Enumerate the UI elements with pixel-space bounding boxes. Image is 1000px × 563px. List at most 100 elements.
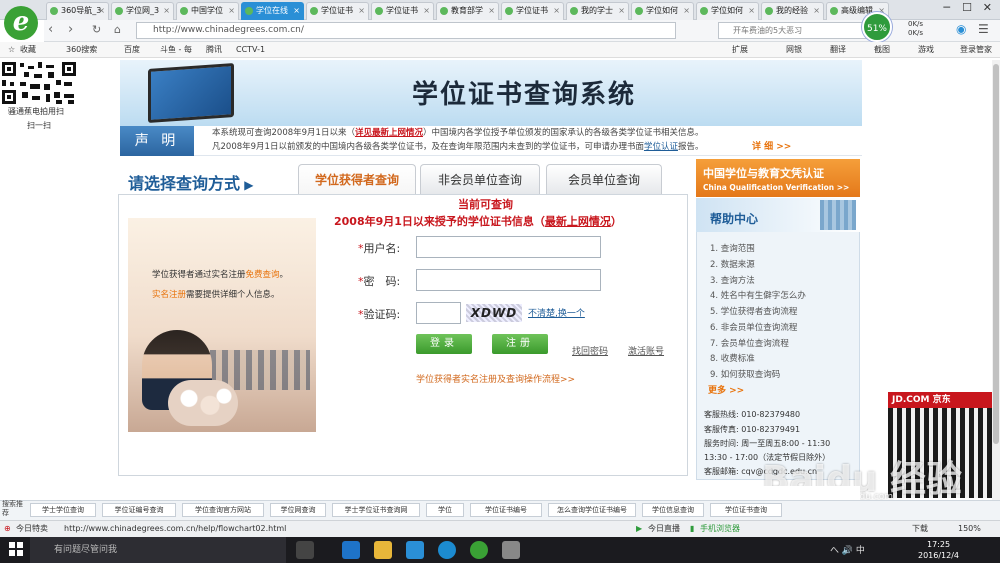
toolbar-item[interactable]: 网银: [786, 42, 802, 57]
toolbar-item[interactable]: 游戏: [918, 42, 934, 57]
help-item[interactable]: 9. 如何获取查询码: [710, 368, 780, 380]
task-view-icon[interactable]: [296, 541, 314, 559]
toolbar-item[interactable]: 翻译: [830, 42, 846, 57]
free-query-link[interactable]: 免费查询: [246, 270, 280, 280]
latest-online-link[interactable]: 详见最新上网情况: [355, 128, 423, 138]
refresh-captcha-link[interactable]: 不清楚,换一个: [528, 306, 585, 319]
flowchart-link[interactable]: 学位获得者实名注册及查询操作流程>>: [416, 372, 575, 385]
degree-verify-link[interactable]: 学位认证: [644, 142, 678, 152]
today-live[interactable]: 今日直播: [648, 521, 680, 537]
browser-tab[interactable]: 教育部学 ×: [436, 2, 499, 20]
refresh-button[interactable]: ↻: [92, 23, 101, 36]
recommend-item[interactable]: 怎么查询学位证书编号: [548, 503, 636, 517]
forward-button[interactable]: ›: [68, 22, 73, 37]
taskbar-search[interactable]: 有问题尽管问我: [30, 537, 286, 563]
activate-account-link[interactable]: 激活账号: [628, 344, 664, 357]
bookmark-item[interactable]: 收藏: [20, 42, 36, 57]
shield-icon[interactable]: ◉: [956, 22, 966, 36]
browser-tab[interactable]: 360导航_3 ×: [46, 2, 109, 20]
help-item[interactable]: 5. 学位获得者查询流程: [710, 305, 797, 317]
maximize-button[interactable]: ☐: [962, 1, 972, 14]
menu-icon[interactable]: ☰: [978, 22, 989, 36]
recommend-item[interactable]: 学位网查询: [270, 503, 326, 517]
captcha-input[interactable]: [416, 302, 461, 324]
explorer-icon[interactable]: [374, 541, 392, 559]
help-item[interactable]: 7. 会员单位查询流程: [710, 337, 789, 349]
360-browser-task-icon[interactable]: [470, 541, 488, 559]
tab-non-member[interactable]: 非会员单位查询: [420, 164, 540, 194]
bookmark-item[interactable]: 360搜索: [66, 42, 97, 57]
login-button[interactable]: 登录: [416, 334, 472, 354]
close-window-button[interactable]: ✕: [983, 1, 992, 14]
close-tab-icon[interactable]: ×: [618, 3, 625, 19]
username-input[interactable]: [416, 236, 601, 258]
back-button[interactable]: ‹: [48, 22, 53, 37]
url-bar[interactable]: http://www.chinadegrees.com.cn/: [136, 22, 676, 39]
help-item[interactable]: 1. 查询范围: [710, 242, 755, 254]
browser-tab[interactable]: 学位证书 ×: [501, 2, 564, 20]
close-tab-icon[interactable]: ×: [423, 3, 430, 19]
home-button[interactable]: ⌂: [114, 23, 121, 36]
recommend-item[interactable]: 学位证编号查询: [102, 503, 176, 517]
tab-degree-holder[interactable]: 学位获得者查询: [298, 164, 416, 194]
today-sale[interactable]: 今日特卖: [16, 521, 48, 537]
browser-tab[interactable]: 学位证书 ×: [306, 2, 369, 20]
app-icon[interactable]: [502, 541, 520, 559]
recommend-item[interactable]: 学位查询官方网站: [182, 503, 264, 517]
password-input[interactable]: [416, 269, 601, 291]
windows-start-icon[interactable]: [8, 541, 24, 557]
recommend-item[interactable]: 学位证书查询: [710, 503, 782, 517]
tab-member[interactable]: 会员单位查询: [546, 164, 662, 194]
close-tab-icon[interactable]: ×: [488, 3, 495, 19]
bookmark-item[interactable]: 腾讯: [206, 42, 222, 57]
close-tab-icon[interactable]: ×: [813, 3, 820, 19]
help-item[interactable]: 8. 收费标准: [710, 352, 755, 364]
browser-tab[interactable]: 学位如何 ×: [631, 2, 694, 20]
close-tab-icon[interactable]: ×: [228, 3, 235, 19]
bookmark-item[interactable]: 斗鱼 - 每: [160, 42, 192, 57]
speed-gauge[interactable]: 51%: [862, 12, 892, 42]
browser-tab[interactable]: 学位网_3 ×: [111, 2, 174, 20]
browser-tab[interactable]: 我的经验 ×: [761, 2, 824, 20]
browser-tab[interactable]: 学位如何 ×: [696, 2, 759, 20]
close-tab-icon[interactable]: ×: [358, 3, 365, 19]
help-item[interactable]: 3. 查询方法: [710, 274, 755, 286]
browser-tab[interactable]: 我的学士 ×: [566, 2, 629, 20]
taskbar-clock[interactable]: 17:25 2016/12/4: [918, 539, 959, 561]
download-label[interactable]: 下载: [912, 521, 928, 537]
close-tab-icon[interactable]: ×: [748, 3, 755, 19]
jd-ad-header[interactable]: JD.COM 京东: [888, 392, 996, 408]
recommend-item[interactable]: 学位信息查询: [642, 503, 704, 517]
real-name-register-link[interactable]: 实名注册: [152, 290, 186, 300]
captcha-image[interactable]: XDWD: [466, 304, 522, 322]
store-icon[interactable]: [406, 541, 424, 559]
toolbar-item[interactable]: 截图: [874, 42, 890, 57]
detail-link[interactable]: 详 细 >>: [752, 139, 791, 152]
mobile-browser[interactable]: 手机浏览器: [700, 521, 740, 537]
system-tray[interactable]: へ 🔊 中: [830, 543, 865, 556]
recommend-item[interactable]: 学士学位证书查询网: [332, 503, 420, 517]
qr-code[interactable]: [0, 60, 80, 106]
register-button[interactable]: 注册: [492, 334, 548, 354]
help-item[interactable]: 2. 数据来源: [710, 258, 755, 270]
minimize-button[interactable]: ─: [943, 1, 950, 14]
edge-icon[interactable]: [342, 541, 360, 559]
bookmark-item[interactable]: CCTV-1: [236, 42, 265, 57]
browser-tab[interactable]: 学位在线 ×: [241, 2, 304, 20]
search-box[interactable]: 开车费油的5大恶习: [718, 22, 868, 39]
help-item[interactable]: 4. 姓名中有生僻字怎么办: [710, 289, 806, 301]
recommend-item[interactable]: 学士学位查询: [30, 503, 96, 517]
recommend-item[interactable]: 学位: [426, 503, 464, 517]
close-tab-icon[interactable]: ×: [98, 3, 105, 19]
recommend-item[interactable]: 学位证书编号: [470, 503, 542, 517]
scrollbar-thumb[interactable]: [993, 64, 999, 444]
help-item[interactable]: 6. 非会员单位查询流程: [710, 321, 797, 333]
360-browser-logo[interactable]: e: [4, 6, 38, 40]
k-app-icon[interactable]: [438, 541, 456, 559]
browser-tab[interactable]: 学位证书 ×: [371, 2, 434, 20]
latest-online-link-2[interactable]: 最新上网情况: [545, 215, 611, 228]
find-password-link[interactable]: 找回密码: [572, 344, 608, 357]
zoom-level[interactable]: 150%: [958, 521, 981, 537]
bookmark-item[interactable]: 百度: [124, 42, 140, 57]
more-help-link[interactable]: 更多 >>: [708, 383, 744, 396]
